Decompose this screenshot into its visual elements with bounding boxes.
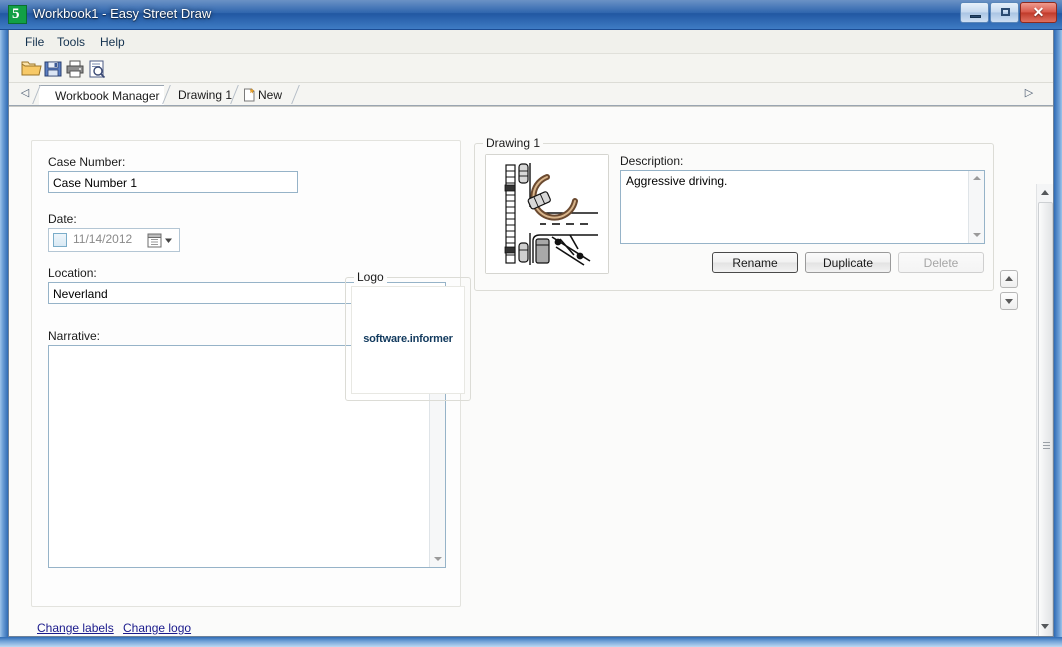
title-bar[interactable]: 5 Workbook1 - Easy Street Draw ✕ [0,0,1062,30]
date-label: Date: [48,212,77,226]
date-value: 11/14/2012 [73,232,133,246]
window-title: Workbook1 - Easy Street Draw [33,6,212,21]
date-enabled-checkbox[interactable] [53,233,67,247]
page-scrollbar[interactable] [1036,184,1053,636]
maximize-icon [1001,8,1010,16]
case-number-label: Case Number: [48,155,126,169]
case-details-card: Case Number: Case Number 1 Date: 11/14/2… [31,140,471,607]
chevron-up-icon [973,176,981,180]
delete-button: Delete [898,252,984,273]
print-icon[interactable] [64,58,86,79]
triangle-up-icon [1005,276,1013,281]
description-label: Description: [620,154,684,168]
save-icon[interactable] [42,58,64,79]
print-preview-icon[interactable] [86,58,108,79]
menu-bar: File Tools Help [9,30,1053,54]
narrative-label: Narrative: [48,329,101,343]
drawing-group-box: Drawing 1 Description: Aggressive drivin… [474,136,994,291]
logo-watermark-text: software.informer [363,333,453,345]
close-button[interactable]: ✕ [1020,2,1057,23]
window-frame-left [0,30,8,647]
description-scroll-up-button[interactable] [969,171,985,186]
change-logo-link[interactable]: Change logo [123,621,191,635]
description-scrollbar[interactable] [968,171,984,243]
window-frame-bottom [0,637,1062,647]
tab-scroll-right-button[interactable]: ▷ [1023,87,1035,101]
calendar-icon[interactable] [146,232,176,249]
minimize-button[interactable] [960,2,989,23]
move-drawing-down-button[interactable] [1000,292,1018,310]
tab-drawing-1-label: Drawing 1 [178,88,233,102]
tab-new[interactable]: New [239,85,295,106]
chevron-down-icon [1041,624,1049,629]
close-icon: ✕ [1032,4,1045,20]
menu-item-file[interactable]: File [19,34,50,51]
date-picker[interactable]: 11/14/2012 [48,228,180,252]
open-icon[interactable] [20,58,42,79]
scroll-grip-icon [1043,442,1050,449]
logo-group-box: Logo software.informer [345,270,471,401]
tab-drawing-1[interactable]: Drawing 1 [169,85,234,106]
new-page-icon [243,88,256,102]
narrative-scroll-down-button[interactable] [430,552,446,567]
tab-scroll-left-button[interactable]: ◁ [19,87,31,101]
chevron-up-icon [1041,190,1049,195]
easy-street-draw-logo-icon: 5 [8,5,27,24]
window-frame-right [1054,30,1062,647]
minimize-icon [970,15,981,18]
page-scroll-up-button[interactable] [1037,184,1053,201]
toolbar [9,54,1053,83]
duplicate-button[interactable]: Duplicate [805,252,891,273]
description-textarea[interactable]: Aggressive driving. [620,170,985,244]
chevron-down-icon [434,557,442,561]
menu-item-help[interactable]: Help [94,34,131,51]
change-labels-link[interactable]: Change labels [37,621,114,635]
case-number-input[interactable]: Case Number 1 [48,171,298,193]
app-icon-glyph: 5 [12,6,20,22]
move-drawing-up-button[interactable] [1000,270,1018,288]
triangle-down-icon [1005,299,1013,304]
menu-item-tools[interactable]: Tools [51,34,91,51]
workbook-manager-panel: Case Number: Case Number 1 Date: 11/14/2… [9,106,1053,636]
tab-new-label: New [258,88,283,102]
page-scroll-down-button[interactable] [1037,618,1053,635]
description-scroll-down-button[interactable] [969,228,985,243]
maximize-button[interactable] [990,2,1019,23]
page-scroll-thumb[interactable] [1038,202,1053,636]
tab-workbook-manager[interactable]: Workbook Manager [39,85,164,106]
description-value: Aggressive driving. [626,174,728,188]
logo-preview[interactable]: software.informer [351,286,465,394]
location-label: Location: [48,266,97,280]
tab-workbook-manager-label: Workbook Manager [55,89,160,103]
client-area: File Tools Help ◁ Workbook Manager Drawi… [8,30,1054,637]
chevron-down-icon [973,233,981,237]
application-window: 5 Workbook1 - Easy Street Draw ✕ File To… [0,0,1062,647]
collision-diagram-thumbnail[interactable] [485,154,609,274]
tab-strip: ◁ Workbook Manager Drawing 1 New ▷ [9,83,1053,106]
rename-button[interactable]: Rename [712,252,798,273]
drawing-group-label: Drawing 1 [483,136,544,150]
logo-group-label: Logo [354,270,387,284]
